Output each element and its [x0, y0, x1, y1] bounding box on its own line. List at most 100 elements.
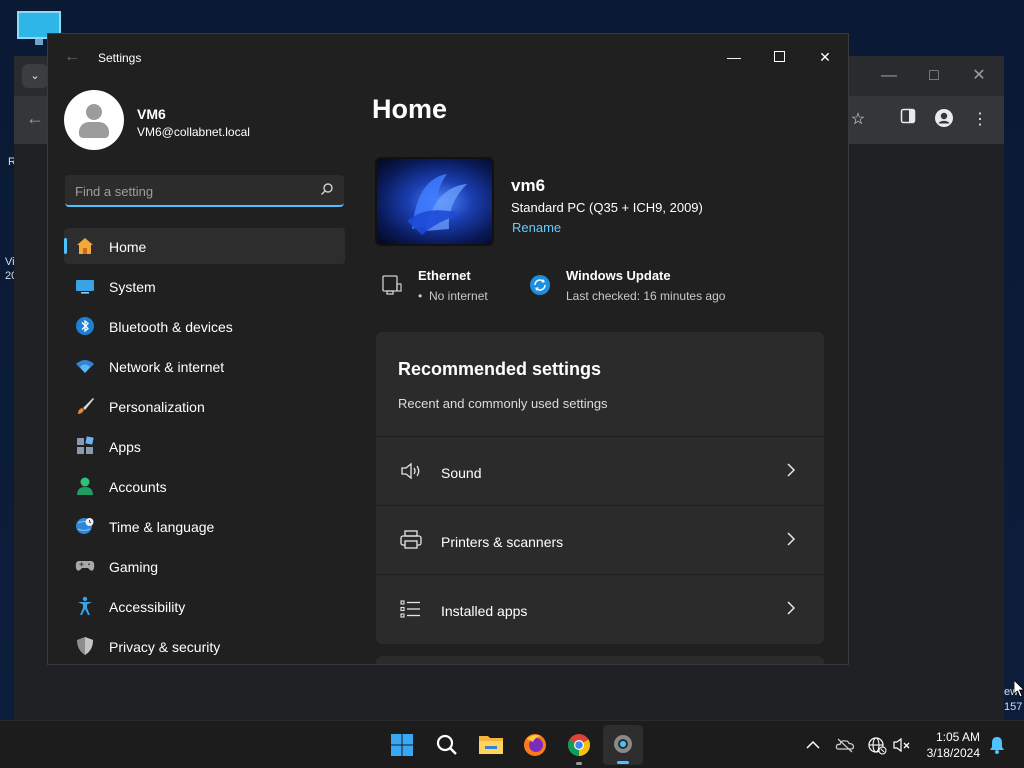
- windows-update-status: Last checked: 16 minutes ago: [566, 289, 726, 303]
- recommended-item-installed-apps[interactable]: Installed apps: [376, 574, 824, 642]
- settings-gear-icon: [614, 735, 632, 753]
- close-button[interactable]: ✕: [810, 42, 840, 72]
- sidebar-item-label: Bluetooth & devices: [109, 319, 233, 335]
- clock-time: 1:05 AM: [935, 730, 980, 744]
- avatar[interactable]: [64, 90, 124, 150]
- chevron-right-icon: [787, 532, 796, 546]
- accessibility-icon: [78, 596, 92, 615]
- ethernet-status-dot-icon: •: [418, 289, 423, 303]
- chrome-icon: [568, 734, 590, 756]
- system-clock[interactable]: 1:05 AM 3/18/2024: [927, 729, 980, 761]
- chrome-close-button[interactable]: ✕: [964, 64, 994, 88]
- notification-bell-icon[interactable]: [987, 735, 1007, 755]
- ethernet-title[interactable]: Ethernet: [418, 268, 471, 283]
- sidebar-item-label: Time & language: [109, 519, 215, 535]
- next-card-partial: [376, 656, 824, 664]
- taskbar-chrome[interactable]: [559, 725, 599, 765]
- sidebar-item-gaming[interactable]: Gaming: [64, 548, 345, 584]
- settings-titlebar: ← Settings — ✕: [48, 34, 848, 82]
- taskbar-search-button[interactable]: [427, 725, 467, 765]
- home-icon: [77, 238, 93, 254]
- recommended-item-label: Sound: [441, 465, 482, 481]
- ethernet-icon[interactable]: [381, 274, 403, 296]
- sidebar-item-network[interactable]: Network & internet: [64, 348, 345, 384]
- chrome-minimize-button[interactable]: —: [874, 64, 904, 88]
- sidebar-item-label: Personalization: [109, 399, 205, 415]
- chrome-menu-icon[interactable]: ⋮: [968, 108, 992, 132]
- active-indicator: [64, 238, 67, 254]
- page-title: Home: [372, 94, 448, 124]
- list-icon: [400, 600, 420, 618]
- window-title: Settings: [98, 51, 142, 65]
- search-icon: [436, 734, 457, 755]
- wifi-icon: [76, 360, 94, 373]
- sidebar-item-accounts[interactable]: Accounts: [64, 468, 345, 504]
- recommended-item-label: Installed apps: [441, 603, 528, 619]
- active-app-indicator: [617, 761, 629, 764]
- sidebar-item-label: Accounts: [109, 479, 167, 495]
- settings-window: ← Settings — ✕ VM6 VM6@collabnet.local H…: [47, 33, 849, 665]
- folder-icon: [479, 736, 503, 754]
- network-globe-icon[interactable]: [867, 735, 887, 755]
- windows-update-icon[interactable]: [529, 274, 551, 296]
- sidebar-item-home[interactable]: Home: [64, 228, 345, 264]
- search-box: [65, 175, 344, 207]
- sidebar-item-accessibility[interactable]: Accessibility: [64, 588, 345, 624]
- sidebar-item-apps[interactable]: Apps: [64, 428, 345, 464]
- sidebar-item-label: Gaming: [109, 559, 159, 575]
- gamepad-icon: [75, 561, 95, 571]
- sidebar-item-label: Home: [109, 239, 147, 255]
- sidebar-item-label: System: [109, 279, 156, 295]
- side-panel-icon[interactable]: [896, 108, 920, 132]
- sidebar-item-bluetooth[interactable]: Bluetooth & devices: [64, 308, 345, 344]
- chrome-back-icon[interactable]: ←: [26, 108, 44, 129]
- running-indicator: [576, 762, 582, 765]
- desktop-label-fragment: 157: [1004, 701, 1023, 713]
- mouse-cursor-icon: [1014, 680, 1024, 698]
- recommended-item-printers[interactable]: Printers & scanners: [376, 505, 824, 573]
- sidebar-item-label: Apps: [109, 439, 141, 455]
- brush-icon: [78, 398, 94, 414]
- taskbar: 1:05 AM 3/18/2024: [0, 720, 1024, 768]
- user-email: VM6@collabnet.local: [137, 125, 250, 139]
- printer-icon: [400, 530, 422, 549]
- sidebar-nav: Home System Bluetooth & devices Network …: [64, 228, 345, 664]
- windows-logo-icon: [391, 734, 413, 756]
- system-icon: [76, 280, 94, 294]
- device-wallpaper-thumbnail: [375, 157, 494, 246]
- profile-icon[interactable]: [932, 108, 956, 132]
- volume-muted-icon[interactable]: [892, 735, 912, 755]
- taskbar-firefox[interactable]: [515, 725, 555, 765]
- taskbar-settings[interactable]: [603, 725, 643, 765]
- sidebar-item-label: Accessibility: [109, 599, 186, 615]
- bookmark-star-icon[interactable]: ☆: [846, 108, 870, 132]
- clock-date: 3/18/2024: [926, 746, 980, 760]
- taskbar-file-explorer[interactable]: [471, 725, 511, 765]
- bluetooth-icon: [76, 317, 94, 335]
- apps-icon: [77, 436, 94, 454]
- onedrive-icon[interactable]: [835, 735, 855, 755]
- sidebar-item-label: Privacy & security: [109, 639, 221, 655]
- sidebar-item-time-language[interactable]: Time & language: [64, 508, 345, 544]
- sidebar-item-privacy[interactable]: Privacy & security: [64, 628, 345, 664]
- shield-icon: [77, 637, 93, 655]
- maximize-button[interactable]: [764, 42, 794, 72]
- recommended-settings-card: Recommended settings Recent and commonly…: [376, 332, 824, 644]
- rename-link[interactable]: Rename: [512, 220, 561, 235]
- recommended-item-sound[interactable]: Sound: [376, 436, 824, 504]
- sidebar-item-system[interactable]: System: [64, 268, 345, 304]
- start-button[interactable]: [382, 725, 422, 765]
- speaker-icon: [401, 462, 420, 480]
- search-icon[interactable]: [320, 182, 334, 198]
- windows-update-title[interactable]: Windows Update: [566, 268, 671, 283]
- show-hidden-icons-chevron-icon[interactable]: [803, 735, 823, 755]
- chrome-maximize-button[interactable]: □: [919, 64, 949, 88]
- tab-search-button[interactable]: ⌄: [22, 64, 48, 88]
- sidebar-item-personalization[interactable]: Personalization: [64, 388, 345, 424]
- back-arrow-icon[interactable]: ←: [64, 48, 80, 66]
- device-model: Standard PC (Q35 + ICH9, 2009): [511, 200, 703, 215]
- search-input[interactable]: [75, 181, 305, 201]
- accounts-icon: [77, 477, 93, 495]
- minimize-button[interactable]: —: [719, 42, 749, 72]
- recommended-item-label: Printers & scanners: [441, 534, 564, 550]
